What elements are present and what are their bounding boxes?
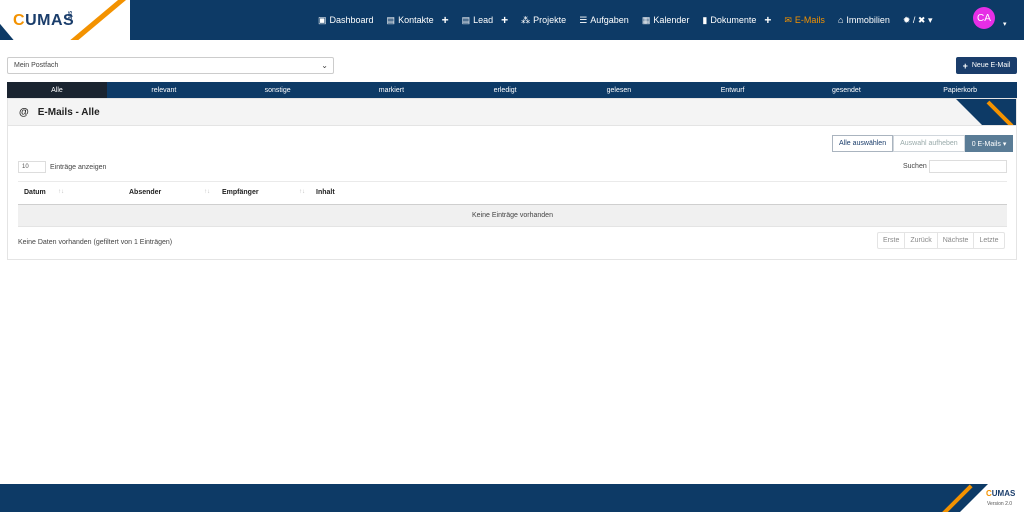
- page-length-control: 10 Einträge anzeigen: [18, 161, 106, 173]
- avatar[interactable]: CA: [973, 7, 995, 29]
- gear-tools-icon: ✹ / ✖ ▾: [902, 14, 933, 25]
- pager-last[interactable]: Letzte: [974, 233, 1003, 248]
- nav-immobilien[interactable]: ⌂ Immobilien: [838, 15, 890, 25]
- column-absender[interactable]: Absender: [129, 189, 161, 196]
- page-title-text: E-Mails - Alle: [37, 107, 100, 118]
- nav-label: E-Mails: [794, 15, 825, 25]
- pagination: Erste Zurück Nächste Letzte: [877, 232, 1005, 249]
- pager-next[interactable]: Nächste: [938, 233, 975, 248]
- nav-label: Kontakte: [398, 15, 434, 25]
- selection-actions: Alle auswählen Auswahl aufheben 0 E-Mail…: [832, 135, 1014, 152]
- nav-dashboard[interactable]: ▣ Dashboard: [318, 15, 374, 26]
- logo-text: CUMAS: [13, 12, 74, 30]
- at-icon: @: [19, 107, 29, 118]
- tab-papierkorb[interactable]: Papierkorb: [903, 82, 1017, 98]
- add-contact-button[interactable]: +: [442, 13, 449, 27]
- footer-logo-word: UMAS: [991, 489, 1016, 498]
- empty-table-row: Keine Einträge vorhanden: [18, 205, 1007, 227]
- search-input[interactable]: [929, 160, 1007, 173]
- calendar-icon: ▦: [641, 14, 651, 25]
- tab-markiert[interactable]: markiert: [335, 82, 449, 98]
- search-label: Suchen: [903, 163, 927, 170]
- chevron-down-icon: ⌄: [321, 61, 328, 70]
- panel-header: @ E-Mails - Alle: [8, 99, 1016, 126]
- nav-label: Aufgaben: [590, 15, 629, 25]
- add-lead-button[interactable]: +: [501, 13, 508, 27]
- tab-alle[interactable]: Alle: [7, 82, 107, 98]
- pager-first[interactable]: Erste: [878, 233, 906, 248]
- nav-kalender[interactable]: ▦ Kalender: [642, 15, 690, 26]
- add-document-button[interactable]: +: [764, 13, 771, 27]
- chevron-down-icon[interactable]: ▾: [1003, 20, 1007, 28]
- new-email-button[interactable]: + Neue E-Mail: [956, 57, 1017, 74]
- sort-icon[interactable]: ↑↓: [204, 189, 210, 195]
- mail-icon: ✉: [784, 14, 792, 25]
- logo-subtext: 365: [68, 11, 74, 20]
- sort-icon[interactable]: ↑↓: [58, 189, 64, 195]
- nav-label: Immobilien: [846, 15, 890, 25]
- nav-dokumente[interactable]: ▮ Dokumente: [702, 15, 756, 26]
- mailbox-selected-value: Mein Postfach: [14, 62, 59, 69]
- page-title: @ E-Mails - Alle: [19, 107, 100, 118]
- column-inhalt[interactable]: Inhalt: [316, 189, 335, 196]
- tab-gelesen[interactable]: gelesen: [562, 82, 676, 98]
- top-navigation-bar: CUMAS 365 ▣ Dashboard ▤ Kontakte + ▤ Lead +…: [0, 0, 1024, 40]
- nav-label: Kalender: [653, 15, 690, 25]
- main-nav: ▣ Dashboard ▤ Kontakte + ▤ Lead + ⁂ Projekte…: [318, 0, 946, 40]
- tasks-icon: ☰: [579, 14, 588, 25]
- documents-icon: ▮: [702, 14, 708, 25]
- email-count-dropdown[interactable]: 0 E-Mails ▾: [964, 135, 1014, 152]
- plus-icon: +: [962, 60, 968, 71]
- nav-label: Dokumente: [710, 15, 757, 25]
- tab-entwurf[interactable]: Entwurf: [676, 82, 790, 98]
- version-label: Version 2.0: [987, 501, 1013, 507]
- table-info: Keine Daten vorhanden (gefiltert von 1 E…: [18, 239, 173, 246]
- nav-emails[interactable]: ✉ E-Mails: [784, 15, 825, 26]
- nav-label: Lead: [473, 15, 494, 25]
- logo-word: UMAS: [25, 12, 75, 29]
- page-length-select[interactable]: 10: [18, 161, 46, 173]
- column-datum[interactable]: Datum: [24, 189, 46, 196]
- tab-sonstige[interactable]: sonstige: [221, 82, 335, 98]
- tab-gesendet[interactable]: gesendet: [790, 82, 904, 98]
- nav-projekte[interactable]: ⁂ Projekte: [521, 15, 566, 26]
- logo-letter: C: [13, 12, 26, 29]
- app-logo[interactable]: CUMAS 365: [0, 0, 130, 40]
- sort-icon[interactable]: ↑↓: [299, 189, 305, 195]
- home-icon: ⌂: [837, 15, 844, 25]
- nav-label: Projekte: [533, 15, 567, 25]
- mail-filter-tabs: Alle relevant sonstige markiert erledigt…: [7, 82, 1017, 98]
- new-email-label: Neue E-Mail: [971, 62, 1011, 69]
- emails-panel: @ E-Mails - Alle: [7, 98, 1017, 260]
- tab-erledigt[interactable]: erledigt: [448, 82, 562, 98]
- footer-logo: CUMAS: [986, 489, 1015, 498]
- projects-icon: ⁂: [521, 14, 531, 25]
- nav-aufgaben[interactable]: ☰ Aufgaben: [579, 15, 629, 26]
- table-header: Datum ↑↓ Absender ↑↓ Empfänger ↑↓ Inhalt: [18, 182, 1007, 205]
- pager-previous[interactable]: Zurück: [905, 233, 938, 248]
- page-length-label: Einträge anzeigen: [50, 163, 107, 171]
- deselect-button[interactable]: Auswahl aufheben: [893, 135, 965, 152]
- lead-icon: ▤: [461, 14, 471, 25]
- footer: [0, 484, 1024, 512]
- nav-kontakte[interactable]: ▤ Kontakte: [387, 15, 434, 26]
- nav-label: Dashboard: [329, 15, 374, 25]
- nav-lead[interactable]: ▤ Lead: [462, 15, 494, 26]
- contacts-icon: ▤: [386, 14, 396, 25]
- column-empfaenger[interactable]: Empfänger: [222, 189, 259, 196]
- mailbox-select[interactable]: Mein Postfach ⌄: [7, 57, 334, 74]
- dashboard-icon: ▣: [318, 14, 327, 25]
- settings-tools-menu[interactable]: ✹ / ✖ ▾: [903, 15, 933, 26]
- tab-relevant[interactable]: relevant: [107, 82, 221, 98]
- select-all-button[interactable]: Alle auswählen: [832, 135, 894, 152]
